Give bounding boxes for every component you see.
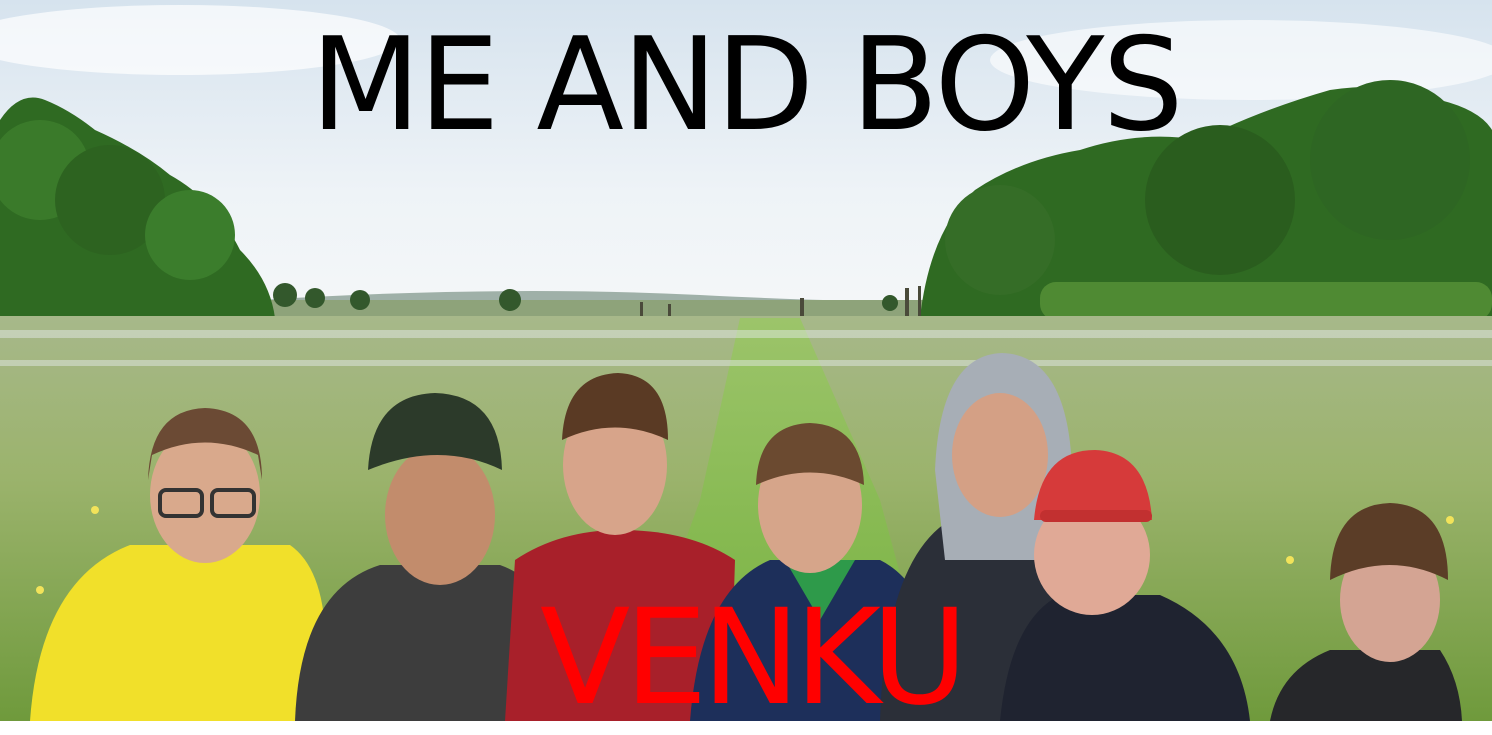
meme-bottom-caption: VENKU [539,581,968,735]
meme-top-caption: ME AND BOYS [310,11,1183,160]
